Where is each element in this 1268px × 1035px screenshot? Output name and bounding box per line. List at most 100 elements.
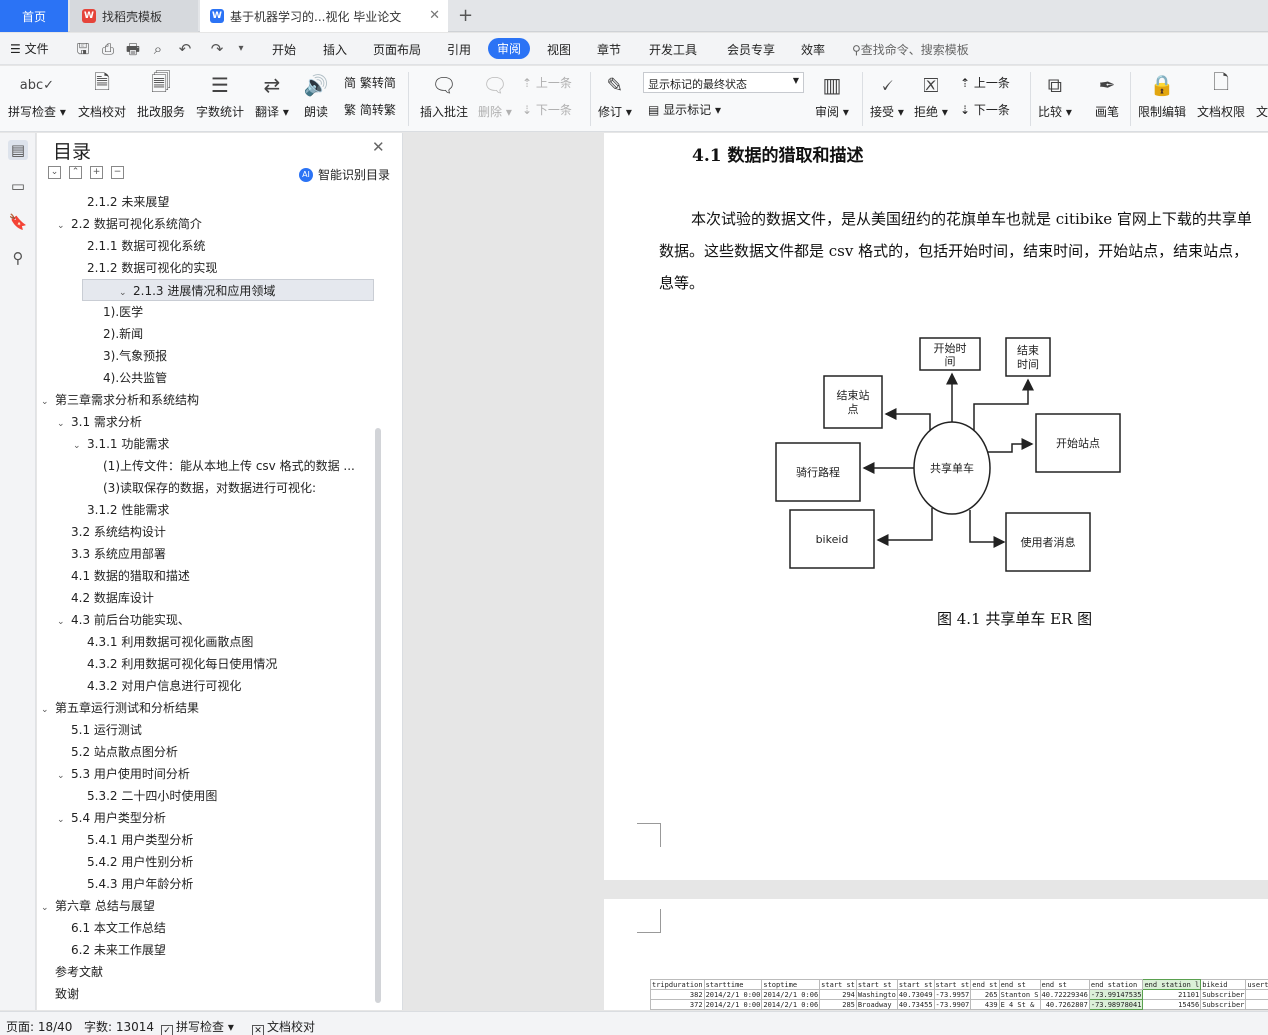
- toc-item[interactable]: 4.3.2 对用户信息进行可视化: [37, 675, 382, 697]
- menu-efficiency[interactable]: 效率: [801, 41, 825, 58]
- menu-review[interactable]: 审阅: [488, 38, 531, 59]
- toc-item[interactable]: 4.3.2 利用数据可视化每日使用情况: [37, 653, 382, 675]
- restrict-editing-button[interactable]: 🔒 限制编辑: [1138, 70, 1186, 120]
- collapse-all-icon[interactable]: ⌃: [69, 166, 82, 179]
- toc-item[interactable]: 6.2 未来工作展望: [37, 939, 382, 961]
- insert-comment-button[interactable]: 🗨 插入批注: [420, 70, 468, 120]
- accept-button[interactable]: 🗸 接受 ▾: [870, 70, 904, 120]
- bookmark-icon[interactable]: 🔖: [8, 212, 28, 232]
- tab-docer-templates[interactable]: W 找稻壳模板: [70, 0, 198, 32]
- toc-item[interactable]: 6.1 本文工作总结: [37, 917, 382, 939]
- simp-to-trad-button[interactable]: 繁 简转繁: [344, 101, 396, 118]
- toc-item[interactable]: ⌄ 2.2 数据可视化系统简介: [37, 213, 382, 235]
- chevron-down-icon[interactable]: ⌄: [57, 765, 71, 785]
- pen-button[interactable]: ✒ 画笔: [1092, 70, 1122, 120]
- toc-panel-icon[interactable]: ▤: [8, 140, 28, 160]
- toc-item[interactable]: 1).医学: [37, 301, 382, 323]
- spell-check-button[interactable]: abc✓ 拼写检查 ▾: [8, 70, 66, 120]
- review-pane-button[interactable]: ▥ 审阅 ▾: [815, 70, 849, 120]
- markup-state-select[interactable]: 显示标记的最终状态 ▼: [643, 72, 804, 93]
- tab-document[interactable]: W 基于机器学习的...视化 毕业论文 ✕: [200, 0, 448, 32]
- chevron-down-icon[interactable]: ⌄: [57, 413, 71, 433]
- menu-page-layout[interactable]: 页面布局: [373, 41, 421, 58]
- toc-item[interactable]: 参考文献: [37, 961, 382, 983]
- proofread-button[interactable]: 🗎 文档校对: [78, 70, 126, 120]
- expand-all-icon[interactable]: ⌄: [48, 166, 61, 179]
- page-indicator[interactable]: 页面: 18/40: [6, 1018, 72, 1035]
- toc-item[interactable]: ⌄ 3.1.1 功能需求: [37, 433, 382, 455]
- toc-item[interactable]: 5.4.1 用户类型分析: [37, 829, 382, 851]
- toc-item[interactable]: 3.3 系统应用部署: [37, 543, 382, 565]
- toc-item[interactable]: 4.1 数据的猎取和描述: [37, 565, 382, 587]
- more-ribbon-button[interactable]: 文: [1256, 70, 1268, 120]
- chapter-nav-icon[interactable]: ▭: [8, 176, 28, 196]
- close-icon[interactable]: ✕: [429, 8, 440, 23]
- toc-item[interactable]: ⌄ 第三章需求分析和系统结构: [37, 389, 382, 411]
- print-preview-icon[interactable]: ⌕: [149, 40, 167, 58]
- prev-comment-button[interactable]: ⇡ 上一条: [522, 74, 572, 91]
- toc-item[interactable]: 4.2 数据库设计: [37, 587, 382, 609]
- proofread-status[interactable]: ✕ 文档校对: [252, 1018, 315, 1035]
- command-search[interactable]: ⚲查找命令、搜索模板: [852, 41, 969, 58]
- toc-item[interactable]: 5.3.2 二十四小时使用图: [37, 785, 382, 807]
- toc-item[interactable]: (3)读取保存的数据，对数据进行可视化:: [37, 477, 382, 499]
- toc-item[interactable]: 2.1.2 未来展望: [37, 191, 382, 213]
- delete-comment-button[interactable]: 🗨 删除 ▾: [478, 70, 512, 120]
- menu-references[interactable]: 引用: [447, 41, 471, 58]
- toc-item[interactable]: 3).气象预报: [37, 345, 382, 367]
- toc-item[interactable]: ⌄ 5.3 用户使用时间分析: [37, 763, 382, 785]
- compare-button[interactable]: ⧉ 比较 ▾: [1038, 70, 1072, 120]
- reject-button[interactable]: 🗵 拒绝 ▾: [914, 70, 948, 120]
- new-tab-icon[interactable]: +: [458, 5, 473, 26]
- chevron-down-icon[interactable]: ⌄: [41, 391, 55, 411]
- next-comment-button[interactable]: ⇣ 下一条: [522, 101, 572, 118]
- next-change-button[interactable]: ⇣ 下一条: [960, 101, 1010, 118]
- menu-developer[interactable]: 开发工具: [649, 41, 697, 58]
- toc-item[interactable]: ⌄ 第五章运行测试和分析结果: [37, 697, 382, 719]
- menu-view[interactable]: 视图: [547, 41, 571, 58]
- minus-icon[interactable]: −: [111, 166, 124, 179]
- review-service-button[interactable]: 🗐 批改服务: [137, 70, 185, 120]
- toc-item[interactable]: ⌄ 5.4 用户类型分析: [37, 807, 382, 829]
- quick-more-icon[interactable]: ▾: [232, 40, 250, 58]
- toc-scrollbar[interactable]: [375, 428, 381, 1003]
- save-icon[interactable]: 🖫: [74, 40, 92, 58]
- toc-item[interactable]: ⌄ 2.1.3 进展情况和应用领域: [82, 279, 374, 301]
- export-pdf-icon[interactable]: ⎙: [99, 40, 117, 58]
- file-menu[interactable]: ☰ 文件: [10, 40, 49, 57]
- chevron-down-icon[interactable]: ⌄: [73, 435, 87, 455]
- spell-check-toggle[interactable]: ✓ 拼写检查 ▾: [161, 1018, 234, 1035]
- read-aloud-button[interactable]: 🔊 朗读: [301, 70, 331, 120]
- chevron-down-icon[interactable]: ⌄: [41, 699, 55, 719]
- toc-item[interactable]: 5.4.3 用户年龄分析: [37, 873, 382, 895]
- search-icon[interactable]: ⚲: [8, 248, 28, 268]
- chevron-down-icon[interactable]: ⌄: [119, 282, 133, 300]
- toc-item[interactable]: 5.2 站点散点图分析: [37, 741, 382, 763]
- toc-item[interactable]: 致谢: [37, 983, 382, 1005]
- chevron-down-icon[interactable]: ⌄: [57, 215, 71, 235]
- prev-change-button[interactable]: ⇡ 上一条: [960, 74, 1010, 91]
- chevron-down-icon[interactable]: ⌄: [57, 611, 71, 631]
- word-count-button[interactable]: ☰ 字数统计: [196, 70, 244, 120]
- redo-icon[interactable]: ↷: [208, 40, 226, 58]
- toc-item[interactable]: (1)上传文件：能从本地上传 csv 格式的数据 ...: [37, 455, 382, 477]
- close-icon[interactable]: ✕: [372, 138, 385, 156]
- document-permission-button[interactable]: 🗋 文档权限: [1197, 70, 1245, 120]
- menu-insert[interactable]: 插入: [323, 41, 347, 58]
- tab-home[interactable]: 首页: [0, 0, 68, 32]
- toc-item[interactable]: 5.4.2 用户性别分析: [37, 851, 382, 873]
- toc-item[interactable]: ⌄ 3.1 需求分析: [37, 411, 382, 433]
- show-markup-button[interactable]: ▤ 显示标记 ▾: [648, 101, 721, 118]
- print-icon[interactable]: 🖶: [124, 40, 142, 58]
- chevron-down-icon[interactable]: ⌄: [57, 809, 71, 829]
- translate-button[interactable]: ⇄ 翻译 ▾: [255, 70, 289, 120]
- smart-toc-button[interactable]: AI 智能识别目录: [299, 166, 390, 183]
- chevron-down-icon[interactable]: ⌄: [41, 897, 55, 917]
- word-count-indicator[interactable]: 字数: 13014: [84, 1018, 154, 1035]
- trad-to-simp-button[interactable]: 简 繁转简: [344, 74, 396, 91]
- undo-icon[interactable]: ↶: [176, 40, 194, 58]
- toc-item[interactable]: 3.1.2 性能需求: [37, 499, 382, 521]
- menu-chapter[interactable]: 章节: [597, 41, 621, 58]
- toc-item[interactable]: ⌄ 第六章 总结与展望: [37, 895, 382, 917]
- menu-member[interactable]: 会员专享: [727, 41, 775, 58]
